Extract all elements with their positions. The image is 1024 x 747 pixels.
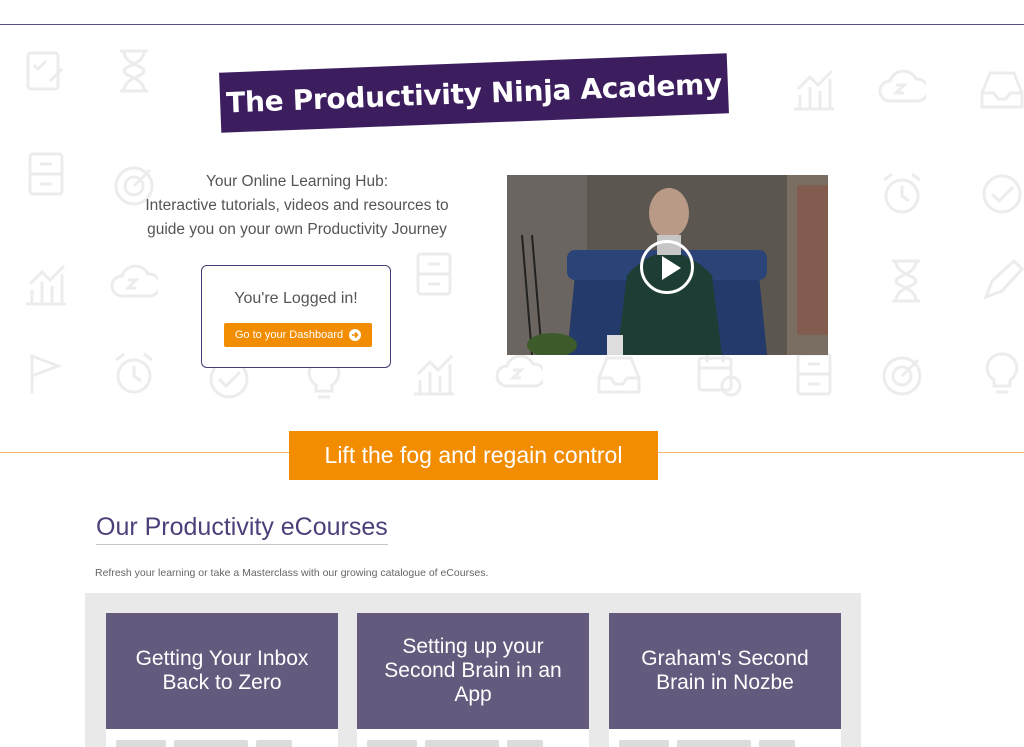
course-title: Graham's Second Brain in Nozbe	[641, 647, 809, 694]
hourglass-icon	[882, 257, 930, 305]
hub-intro-text: Your Online Learning Hub: Interactive tu…	[118, 170, 476, 242]
course-tag	[507, 740, 543, 747]
course-card[interactable]: Graham's Second Brain in Nozbe	[609, 613, 841, 747]
bar-chart-icon	[22, 260, 70, 308]
bar-chart-icon	[410, 350, 458, 398]
dashboard-button[interactable]: Go to your Dashboard	[224, 323, 372, 347]
course-tag	[425, 740, 499, 747]
course-title: Setting up your Second Brain in an App	[384, 635, 562, 706]
cabinet-icon	[790, 350, 838, 398]
course-card[interactable]: Getting Your Inbox Back to Zero	[106, 613, 338, 747]
checklist-icon	[22, 47, 70, 95]
check-gauge-icon	[978, 170, 1024, 218]
course-tag	[759, 740, 795, 747]
courses-subheading: Refresh your learning or take a Mastercl…	[95, 567, 489, 579]
flag-icon	[22, 350, 70, 398]
dashboard-button-label: Go to your Dashboard	[234, 329, 344, 341]
course-card-header: Setting up your Second Brain in an App	[357, 613, 589, 729]
course-title: Getting Your Inbox Back to Zero	[135, 647, 309, 694]
lightbulb-icon	[978, 350, 1024, 398]
cabinet-icon	[410, 250, 458, 298]
sleep-cloud-icon	[495, 350, 547, 398]
course-card[interactable]: Setting up your Second Brain in an App	[357, 613, 589, 747]
course-tag	[367, 740, 417, 747]
course-card-header: Graham's Second Brain in Nozbe	[609, 613, 841, 729]
logged-in-message: You're Logged in!	[234, 290, 358, 307]
course-tag	[619, 740, 669, 747]
pencil-icon	[978, 257, 1024, 305]
inbox-tray-icon	[595, 350, 643, 398]
course-tag	[677, 740, 751, 747]
course-tag	[256, 740, 292, 747]
tagline-text: Lift the fog and regain control	[324, 442, 623, 468]
hub-line: guide you on your own Productivity Journ…	[147, 221, 447, 238]
alarm-clock-icon	[110, 350, 158, 398]
hourglass-icon	[110, 47, 158, 95]
alarm-clock-icon	[878, 170, 926, 218]
calendar-clock-icon	[695, 350, 743, 398]
course-tag	[174, 740, 248, 747]
hub-line: Your Online Learning Hub:	[205, 173, 389, 190]
sleep-cloud-icon	[110, 260, 162, 308]
target-icon	[878, 350, 926, 398]
bar-chart-icon	[790, 65, 838, 113]
course-tag	[116, 740, 166, 747]
inbox-tray-icon	[978, 65, 1024, 113]
arrow-right-circle-icon	[349, 329, 362, 341]
sleep-cloud-icon	[878, 65, 930, 113]
hub-line: Interactive tutorials, videos and resour…	[145, 197, 449, 214]
play-icon	[662, 256, 681, 280]
course-card-header: Getting Your Inbox Back to Zero	[106, 613, 338, 729]
play-button[interactable]	[640, 240, 694, 294]
courses-heading: Our Productivity eCourses	[96, 513, 388, 545]
course-catalogue: Getting Your Inbox Back to Zero Setting …	[85, 593, 861, 747]
page-title: The Productivity Ninja Academy	[225, 66, 723, 120]
cabinet-icon	[22, 150, 70, 198]
login-status-box: You're Logged in! Go to your Dashboard	[201, 265, 391, 368]
tagline-banner: Lift the fog and regain control	[289, 431, 658, 480]
